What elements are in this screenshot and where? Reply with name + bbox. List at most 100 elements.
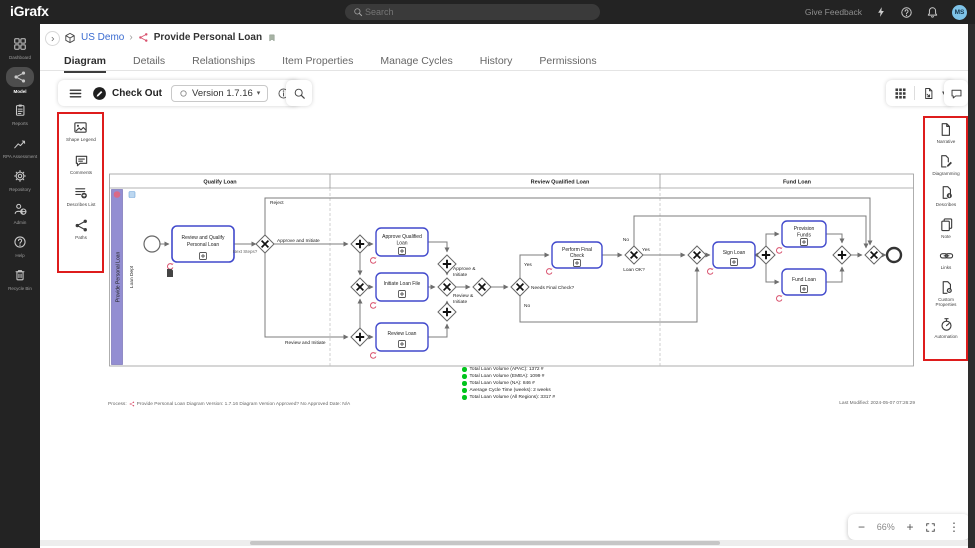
tab-manage-cycles[interactable]: Manage Cycles	[380, 50, 452, 73]
label-review-split-2: Initiate	[453, 299, 467, 305]
label-approve-split-1: Approve &	[453, 266, 476, 272]
note-doc-icon	[167, 269, 173, 277]
legend-item: Total Loan Volume (All Regions): 3317 #	[462, 394, 555, 401]
collapse-chevron-button[interactable]	[45, 31, 60, 46]
model-share-icon	[13, 70, 27, 84]
comment-bubble-icon	[950, 87, 963, 100]
notifications-bell-icon[interactable]	[926, 6, 939, 19]
user-avatar[interactable]: MS	[952, 5, 967, 20]
trash-icon	[13, 268, 27, 282]
legend-item: Total Loan Volume (EMEA): 1099 #	[462, 373, 555, 380]
pool-badge-red	[114, 191, 121, 198]
green-dot-icon	[462, 395, 467, 400]
chevron-down-icon: ▾	[257, 89, 261, 97]
legend-item: Total Loan Volume (NA): 846 #	[462, 380, 555, 387]
green-dot-icon	[462, 367, 467, 372]
igrafx-logo: iGrafx	[10, 3, 49, 19]
svg-text:Sign Loan: Sign Loan	[723, 250, 746, 256]
divider	[914, 86, 915, 100]
label-yes-2: Yes	[642, 247, 650, 253]
breadcrumb-root-link[interactable]: US Demo	[81, 32, 124, 43]
svg-text:Check: Check	[570, 253, 585, 259]
label-no-2: No	[623, 237, 629, 243]
sidebar-item-repository[interactable]: Repository	[0, 163, 40, 196]
dashboard-grid-icon	[13, 37, 27, 51]
tab-permissions[interactable]: Permissions	[539, 50, 596, 73]
global-search[interactable]	[345, 4, 600, 20]
sidebar-item-rpa-assessment[interactable]: RPA Assessment	[0, 130, 40, 163]
bpmn-diagram-canvas[interactable]: Qualify Loan Review Qualified Loan Fund …	[108, 172, 915, 369]
label-yes-1: Yes	[524, 262, 532, 268]
search-input[interactable]	[363, 6, 567, 18]
zoom-in-button[interactable]: +	[907, 520, 914, 534]
sidebar-item-reports[interactable]: Reports	[0, 97, 40, 130]
breadcrumb-separator: ›	[129, 32, 132, 43]
green-dot-icon	[462, 374, 467, 379]
label-review-split-1: Review &	[453, 293, 474, 299]
sidebar-item-help[interactable]: Help	[0, 229, 40, 262]
version-dropdown[interactable]: Version 1.7.16 ▾	[171, 85, 268, 102]
tab-history[interactable]: History	[480, 50, 513, 73]
kebab-menu-icon[interactable]: ⋮	[948, 520, 960, 534]
search-icon	[293, 87, 306, 100]
label-reject: Reject	[270, 200, 284, 206]
legend-item: Total Loan Volume (APAC): 1372 #	[462, 366, 555, 373]
end-event[interactable]	[887, 248, 901, 262]
process-share-icon	[138, 32, 149, 43]
published-tag-icon	[267, 33, 277, 43]
green-dot-icon	[462, 388, 467, 393]
breadcrumb: US Demo › Provide Personal Loan	[64, 30, 277, 45]
checkout-pencil-icon	[92, 86, 107, 101]
pool-label: Provide Personal Loan	[116, 251, 122, 302]
green-dot-icon	[462, 381, 467, 386]
comments-button[interactable]	[944, 80, 968, 106]
grid-view-icon[interactable]	[894, 87, 907, 100]
label-review-and-initiate: Review and Initiate	[285, 340, 326, 346]
search-icon	[353, 7, 363, 17]
svg-text:Provision: Provision	[794, 226, 815, 232]
svg-text:Funds: Funds	[797, 233, 811, 239]
tab-details[interactable]: Details	[133, 50, 165, 73]
version-ring-icon	[179, 89, 188, 98]
lane-label: Loan Dept	[129, 265, 135, 288]
tab-diagram[interactable]: Diagram	[64, 50, 106, 73]
export-document-icon[interactable]	[922, 87, 935, 100]
repository-cube-icon	[64, 32, 76, 44]
zoom-out-button[interactable]: −	[858, 520, 865, 534]
label-needs-final-check: Needs Final Check?	[531, 285, 575, 291]
help-icon[interactable]	[900, 6, 913, 19]
svg-text:Review Loan: Review Loan	[388, 331, 417, 337]
hamburger-menu-icon[interactable]	[68, 86, 83, 101]
phase-fund-loan: Fund Loan	[783, 180, 812, 186]
window-edge-strip	[968, 24, 975, 548]
sidebar-item-recycle-bin[interactable]: Recycle Bin	[0, 262, 40, 295]
zoom-level: 66%	[877, 522, 895, 532]
canvas-badge-blue	[129, 192, 135, 198]
sidebar-item-admin[interactable]: Admin	[0, 196, 40, 229]
phase-review-qualified-loan: Review Qualified Loan	[531, 180, 590, 186]
fullscreen-icon[interactable]	[925, 522, 936, 533]
admin-person-icon	[13, 202, 27, 216]
annotation-box-left	[57, 112, 104, 273]
legend-item: Average Cycle Time (weeks): 2 weeks	[462, 387, 555, 394]
start-event[interactable]	[144, 236, 160, 252]
kpi-legend: Total Loan Volume (APAC): 1372 # Total L…	[462, 366, 555, 401]
label-no-1: No	[524, 303, 530, 309]
tab-relationships[interactable]: Relationships	[192, 50, 255, 73]
give-feedback-link[interactable]: Give Feedback	[805, 7, 862, 17]
sidebar-item-model[interactable]: Model	[0, 64, 40, 97]
svg-text:Loan: Loan	[396, 241, 407, 247]
label-approve-split-2: Initiate	[453, 272, 467, 278]
scrollbar-thumb[interactable]	[250, 541, 720, 545]
diagram-search-button[interactable]	[286, 80, 312, 106]
lightning-icon[interactable]	[875, 6, 887, 18]
sidebar-item-dashboard[interactable]: Dashboard	[0, 31, 40, 64]
rpa-chart-icon	[13, 136, 27, 150]
svg-text:Personal Loan: Personal Loan	[187, 242, 219, 248]
horizontal-scrollbar[interactable]	[40, 540, 968, 546]
phase-qualify-loan: Qualify Loan	[203, 180, 237, 186]
process-share-icon	[129, 401, 135, 407]
check-out-button[interactable]: Check Out	[92, 86, 162, 101]
diagram-status-text: Process: Provide Personal Loan Diagram V…	[108, 401, 350, 407]
tab-item-properties[interactable]: Item Properties	[282, 50, 353, 73]
